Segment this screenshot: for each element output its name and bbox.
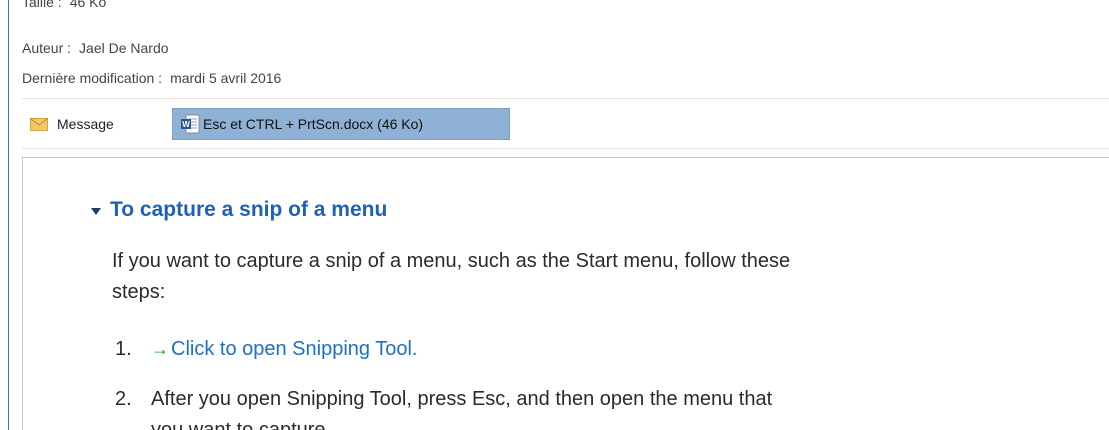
tab-divider <box>22 148 1109 149</box>
attachment-tab[interactable]: W Esc et CTRL + PrtScn.docx (46 Ko) <box>172 108 510 140</box>
step-number: 2. <box>115 388 132 410</box>
step-text: After you open Snipping Tool, press Esc,… <box>151 388 773 410</box>
message-tab-label: Message <box>57 116 114 132</box>
green-arrow-icon: → <box>151 339 169 359</box>
file-size-row: Taille : 46 Ko <box>22 0 106 10</box>
intro-line-2: steps: <box>112 281 166 303</box>
message-tab[interactable]: Message <box>30 112 114 136</box>
modified-row: Dernière modification : mardi 5 avril 201… <box>22 70 281 86</box>
step-number: 1. <box>115 338 132 360</box>
left-border-line <box>8 0 9 430</box>
word-document-icon: W <box>181 114 200 134</box>
collapse-caret-icon[interactable] <box>91 207 101 215</box>
step-text-continued: you want to capture. <box>151 419 332 430</box>
envelope-icon <box>30 117 48 131</box>
author-label: Auteur : <box>22 40 72 56</box>
open-snipping-tool-link[interactable]: Click to open Snipping Tool. <box>171 338 417 360</box>
attachment-tab-bar: Message W Esc et CTRL + PrtScn.docx (46 … <box>22 108 1109 140</box>
attachment-tab-label: Esc et CTRL + PrtScn.docx (46 Ko) <box>203 116 424 132</box>
header-divider <box>22 98 1109 99</box>
attachment-preview-window: Taille : 46 Ko Auteur : Jael De Nardo Dern… <box>0 0 1109 430</box>
file-size-label: Taille : <box>22 0 62 10</box>
intro-line-1: If you want to capture a snip of a menu,… <box>112 250 791 272</box>
document-preview[interactable]: To capture a snip of a menu If you want … <box>22 157 1109 430</box>
section-title-text: To capture a snip of a menu <box>110 198 388 221</box>
step-item-1: 1. → Click to open Snipping Tool. <box>115 334 417 365</box>
modified-label: Dernière modification : <box>22 70 163 86</box>
step-2-continuation: you want to capture. <box>151 415 331 430</box>
modified-value: mardi 5 avril 2016 <box>170 70 282 86</box>
intro-paragraph: If you want to capture a snip of a menu,… <box>112 246 1012 308</box>
author-value: Jael De Nardo <box>79 40 169 56</box>
section-heading[interactable]: To capture a snip of a menu <box>91 198 387 222</box>
author-row: Auteur : Jael De Nardo <box>22 40 169 56</box>
svg-text:W: W <box>182 120 190 129</box>
file-size-value: 46 Ko <box>69 0 107 10</box>
step-item-2: 2. After you open Snipping Tool, press Es… <box>115 384 772 415</box>
